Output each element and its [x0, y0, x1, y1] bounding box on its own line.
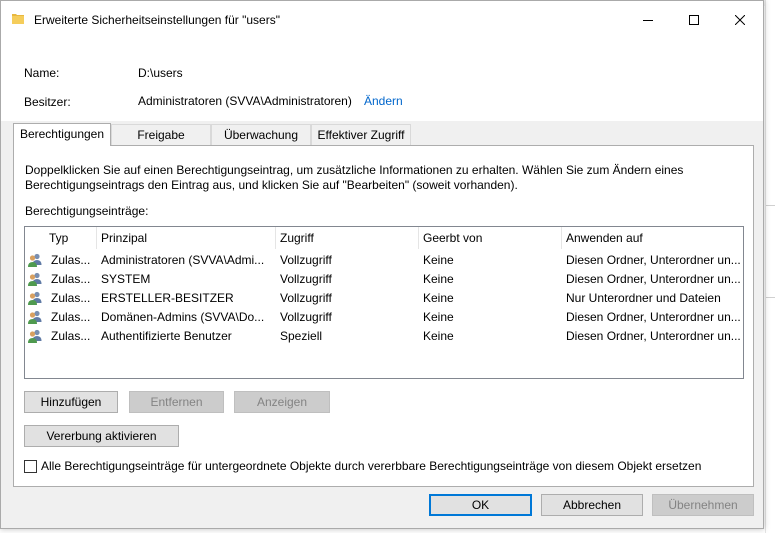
user-group-icon	[28, 272, 42, 286]
tab-effective-access[interactable]: Effektiver Zugriff	[311, 124, 411, 145]
cell-applies-to: Nur Unterordner und Dateien	[566, 291, 721, 305]
cell-applies-to: Diesen Ordner, Unterordner un...	[566, 253, 741, 267]
folder-icon	[12, 14, 24, 24]
maximize-icon	[689, 15, 699, 25]
name-label: Name:	[24, 66, 60, 80]
cell-principal: ERSTELLER-BESITZER	[101, 291, 234, 305]
background-divider	[766, 297, 775, 298]
column-header-type[interactable]: Typ	[45, 227, 97, 249]
cancel-button[interactable]: Abbrechen	[541, 494, 643, 516]
cell-principal: SYSTEM	[101, 272, 151, 286]
cell-applies-to: Diesen Ordner, Unterordner un...	[566, 310, 741, 324]
cell-access: Vollzugriff	[280, 310, 332, 324]
enable-inheritance-button[interactable]: Vererbung aktivieren	[24, 425, 179, 447]
table-row[interactable]: Zulas... Authentifizierte Benutzer Spezi…	[25, 327, 743, 346]
cell-inherited-from: Keine	[423, 329, 454, 343]
column-header-inherited-from[interactable]: Geerbt von	[419, 227, 562, 249]
background-divider	[766, 205, 775, 206]
name-value: D:\users	[138, 66, 183, 80]
cell-type: Zulas...	[51, 272, 91, 286]
cell-inherited-from: Keine	[423, 291, 454, 305]
owner-value: Administratoren (SVVA\Administratoren)	[138, 94, 352, 108]
add-button[interactable]: Hinzufügen	[24, 391, 118, 413]
cell-access: Vollzugriff	[280, 272, 332, 286]
minimize-button[interactable]	[625, 1, 671, 39]
column-header-principal[interactable]: Prinzipal	[97, 227, 276, 249]
permission-entries-label: Berechtigungseinträge:	[25, 204, 149, 218]
title-bar: Erweiterte Sicherheitseinstellungen für …	[1, 1, 763, 39]
cell-type: Zulas...	[51, 253, 91, 267]
replace-child-permissions-checkbox[interactable]	[24, 460, 37, 473]
close-icon	[735, 15, 745, 25]
cell-type: Zulas...	[51, 310, 91, 324]
cell-inherited-from: Keine	[423, 272, 454, 286]
cell-inherited-from: Keine	[423, 310, 454, 324]
object-info: Name: D:\users Besitzer: Administratoren…	[1, 39, 763, 121]
replace-child-permissions-label[interactable]: Alle Berechtigungseinträge für untergeor…	[41, 459, 701, 473]
cell-access: Speziell	[280, 329, 323, 343]
table-row[interactable]: Zulas... SYSTEM Vollzugriff Keine Diesen…	[25, 270, 743, 289]
table-row[interactable]: Zulas... Administratoren (SVVA\Admi... V…	[25, 251, 743, 270]
cell-principal: Authentifizierte Benutzer	[101, 329, 232, 343]
permission-entries-list[interactable]: Typ Prinzipal Zugriff Geerbt von Anwende…	[24, 226, 744, 379]
change-owner-link[interactable]: Ändern	[364, 94, 403, 108]
column-header-applies-to[interactable]: Anwenden auf	[562, 227, 743, 249]
column-header-access[interactable]: Zugriff	[276, 227, 419, 249]
cell-type: Zulas...	[51, 329, 91, 343]
tab-permissions[interactable]: Berechtigungen	[13, 123, 111, 146]
user-group-icon	[28, 291, 42, 305]
minimize-icon	[643, 20, 653, 21]
cell-type: Zulas...	[51, 291, 91, 305]
remove-button[interactable]: Entfernen	[129, 391, 224, 413]
permissions-panel: Doppelklicken Sie auf einen Berechtigung…	[13, 145, 754, 487]
tab-auditing[interactable]: Überwachung	[211, 124, 311, 145]
user-group-icon	[28, 310, 42, 324]
cell-principal: Domänen-Admins (SVVA\Do...	[101, 310, 265, 324]
background-window-strip	[765, 0, 775, 533]
cell-principal: Administratoren (SVVA\Admi...	[101, 253, 265, 267]
apply-button[interactable]: Übernehmen	[652, 494, 754, 516]
permissions-description: Doppelklicken Sie auf einen Berechtigung…	[25, 163, 684, 192]
cell-applies-to: Diesen Ordner, Unterordner un...	[566, 329, 741, 343]
maximize-button[interactable]	[671, 1, 717, 39]
close-button[interactable]	[717, 1, 763, 39]
window-title: Erweiterte Sicherheitseinstellungen für …	[34, 13, 280, 27]
table-row[interactable]: Zulas... ERSTELLER-BESITZER Vollzugriff …	[25, 289, 743, 308]
cell-applies-to: Diesen Ordner, Unterordner un...	[566, 272, 741, 286]
ok-button[interactable]: OK	[429, 494, 532, 516]
user-group-icon	[28, 329, 42, 343]
table-row[interactable]: Zulas... Domänen-Admins (SVVA\Do... Voll…	[25, 308, 743, 327]
view-button[interactable]: Anzeigen	[234, 391, 330, 413]
cell-inherited-from: Keine	[423, 253, 454, 267]
list-header: Typ Prinzipal Zugriff Geerbt von Anwende…	[25, 227, 743, 249]
tab-sharing[interactable]: Freigabe	[111, 124, 211, 145]
advanced-security-dialog: Erweiterte Sicherheitseinstellungen für …	[0, 0, 764, 529]
owner-label: Besitzer:	[24, 95, 71, 109]
cell-access: Vollzugriff	[280, 253, 332, 267]
user-group-icon	[28, 253, 42, 267]
cell-access: Vollzugriff	[280, 291, 332, 305]
